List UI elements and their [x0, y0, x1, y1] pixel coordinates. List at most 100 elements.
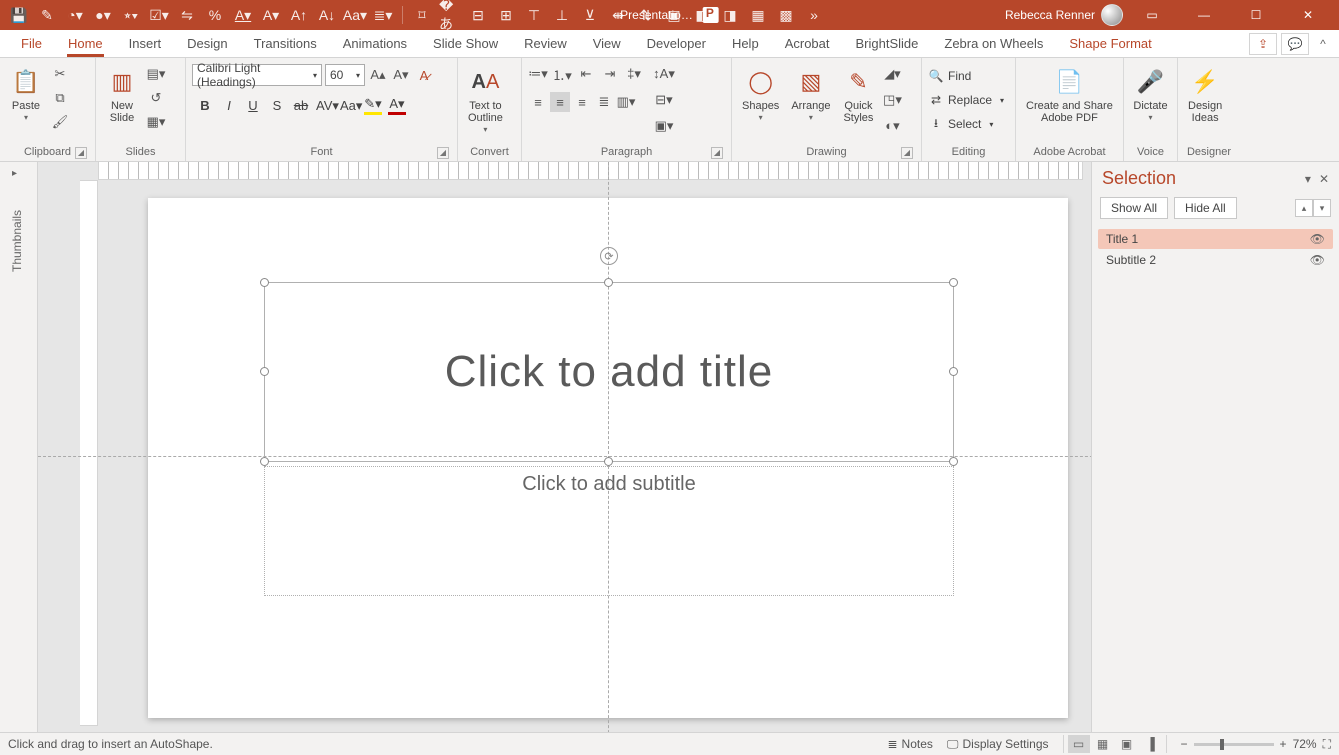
create-pdf-button[interactable]: 📄Create and Share Adobe PDF [1022, 64, 1117, 126]
title-placeholder-text[interactable]: Click to add title [265, 283, 953, 461]
justify-button[interactable]: ≣ [594, 92, 614, 112]
qat-icon[interactable]: ▦ [747, 4, 769, 26]
move-down-button[interactable]: ▾ [1313, 199, 1331, 217]
close-pane-icon[interactable]: ✕ [1319, 172, 1329, 186]
paste-button[interactable]: 📋 Paste ▾ [6, 64, 46, 126]
zoom-slider[interactable] [1194, 743, 1274, 746]
columns-button[interactable]: ▥▾ [616, 92, 636, 112]
italic-button[interactable]: I [220, 98, 238, 113]
highlight-button[interactable]: ✎▾ [364, 96, 382, 115]
qat-icon[interactable]: ◔▾ [64, 4, 86, 26]
clear-formatting-icon[interactable]: A̷ [414, 65, 434, 85]
font-name-combo[interactable]: Calibri Light (Headings)▾ [192, 64, 322, 86]
vertical-ruler[interactable] [80, 180, 98, 726]
send-backward-icon[interactable]: ◨ [719, 4, 741, 26]
hide-all-button[interactable]: Hide All [1174, 197, 1237, 219]
minimize-button[interactable]: — [1181, 0, 1227, 30]
horizontal-ruler[interactable] [98, 162, 1083, 180]
align-right-button[interactable]: ≡ [572, 92, 592, 112]
qat-icon[interactable]: ⭒▾ [120, 4, 142, 26]
qat-overflow-icon[interactable]: » [803, 4, 825, 26]
align-bottom-icon[interactable]: ⊻ [579, 4, 601, 26]
title-placeholder[interactable]: ⟳ Click to add title [264, 282, 954, 462]
shape-fill-button[interactable]: ◢▾ [882, 64, 902, 84]
collapse-ribbon-button[interactable]: ^ [1313, 37, 1333, 51]
chevron-right-icon[interactable]: ▸ [12, 168, 17, 179]
tab-design[interactable]: Design [174, 32, 240, 57]
dialog-launcher-icon[interactable]: ◢ [75, 147, 87, 159]
underline-button[interactable]: U [244, 98, 262, 113]
tab-acrobat[interactable]: Acrobat [772, 32, 843, 57]
align-right-icon[interactable]: ⊞ [495, 4, 517, 26]
tab-animations[interactable]: Animations [330, 32, 420, 57]
tab-home[interactable]: Home [55, 32, 116, 57]
qat-icon[interactable]: ☑▾ [148, 4, 170, 26]
tab-zebra[interactable]: Zebra on Wheels [931, 32, 1056, 57]
align-left-icon[interactable]: �あ [439, 4, 461, 26]
slideshow-button[interactable]: ▐ [1140, 735, 1162, 753]
format-painter-icon[interactable]: 🖌 [50, 112, 70, 132]
align-center-icon[interactable]: ⊟ [467, 4, 489, 26]
autosave-icon[interactable]: 💾 [8, 4, 30, 26]
decrease-indent-button[interactable]: ⇤ [576, 64, 596, 84]
quick-styles-button[interactable]: ✎Quick Styles [838, 64, 878, 126]
bullets-button[interactable]: ≔▾ [528, 64, 548, 84]
notes-button[interactable]: ≣Notes [887, 737, 932, 751]
tab-insert[interactable]: Insert [116, 32, 175, 57]
zoom-control[interactable]: − + 72% ⛶ [1181, 737, 1331, 752]
copy-icon[interactable]: ⧉ [50, 88, 70, 108]
dialog-launcher-icon[interactable]: ◢ [901, 147, 913, 159]
tab-developer[interactable]: Developer [634, 32, 719, 57]
slide-canvas[interactable]: ⟳ Click to add title Click to add subtit… [148, 198, 1068, 718]
tab-shape-format[interactable]: Shape Format [1056, 32, 1164, 57]
align-center-button[interactable]: ≡ [550, 92, 570, 112]
subtitle-placeholder-text[interactable]: Click to add subtitle [265, 473, 953, 496]
zoom-in-button[interactable]: + [1280, 737, 1287, 751]
align-middle-icon[interactable]: ⊥ [551, 4, 573, 26]
comments-button[interactable]: 💬 [1281, 33, 1309, 55]
close-button[interactable]: ✕ [1285, 0, 1331, 30]
tab-brightslide[interactable]: BrightSlide [843, 32, 932, 57]
increase-font-icon[interactable]: A↑ [288, 4, 310, 26]
shadow-button[interactable]: S [268, 98, 286, 113]
change-case-icon[interactable]: Aa▾ [344, 4, 366, 26]
font-color-button[interactable]: A▾ [388, 96, 406, 115]
smartart-button[interactable]: ▣▾ [654, 116, 674, 136]
arrange-button[interactable]: ▧Arrange▾ [787, 64, 834, 126]
user-name[interactable]: Rebecca Renner [1005, 8, 1095, 22]
slide-editor[interactable]: ⟳ Click to add title Click to add subtit… [38, 162, 1091, 732]
qat-icon[interactable]: A▾ [260, 4, 282, 26]
replace-button[interactable]: ⇄Replace▾ [928, 92, 1004, 108]
qat-icon[interactable]: % [204, 4, 226, 26]
design-ideas-button[interactable]: ⚡Design Ideas [1184, 64, 1226, 126]
tab-file[interactable]: File [8, 32, 55, 57]
align-text-button[interactable]: ⊟▾ [654, 90, 674, 110]
reading-view-button[interactable]: ▣ [1116, 735, 1138, 753]
reset-icon[interactable]: ↺ [146, 88, 166, 108]
section-icon[interactable]: ▦▾ [146, 112, 166, 132]
line-spacing-button[interactable]: ‡▾ [624, 64, 644, 84]
selection-item[interactable]: Title 1 👁 [1098, 229, 1333, 249]
shape-outline-button[interactable]: ◳▾ [882, 90, 902, 110]
text-direction-button[interactable]: ↕A▾ [654, 64, 674, 84]
layout-icon[interactable]: ▤▾ [146, 64, 166, 84]
new-slide-button[interactable]: ▥ New Slide [102, 64, 142, 126]
show-all-button[interactable]: Show All [1100, 197, 1168, 219]
user-avatar[interactable] [1101, 4, 1123, 26]
tab-slideshow[interactable]: Slide Show [420, 32, 511, 57]
zoom-out-button[interactable]: − [1181, 737, 1188, 751]
shrink-font-icon[interactable]: A▾ [391, 65, 411, 85]
shape-effects-button[interactable]: ◐▾ [882, 116, 902, 136]
thumbnails-pane[interactable]: ▸ Thumbnails [0, 162, 38, 732]
normal-view-button[interactable]: ▭ [1068, 735, 1090, 753]
subtitle-placeholder[interactable]: Click to add subtitle [264, 466, 954, 596]
ribbon-display-options-icon[interactable]: ▭ [1129, 0, 1175, 30]
bold-button[interactable]: B [196, 98, 214, 113]
align-left-button[interactable]: ≡ [528, 92, 548, 112]
display-settings-button[interactable]: 🖵Display Settings [947, 737, 1049, 752]
maximize-button[interactable]: ☐ [1233, 0, 1279, 30]
crop-icon[interactable]: ⌑ [411, 4, 433, 26]
qat-icon[interactable]: ✎ [36, 4, 58, 26]
font-color-icon[interactable]: A▾ [232, 4, 254, 26]
qat-icon[interactable]: ●▾ [92, 4, 114, 26]
